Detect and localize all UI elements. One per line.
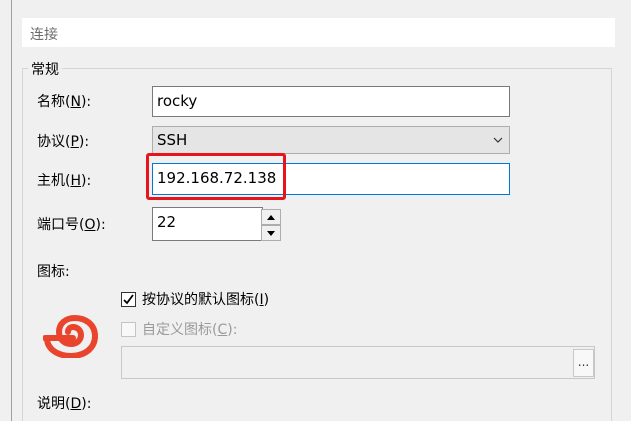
red-shell-spiral-icon bbox=[43, 314, 99, 358]
name-input[interactable]: rocky bbox=[152, 86, 510, 117]
checkmark-icon bbox=[123, 293, 134, 304]
browse-button[interactable]: ... bbox=[573, 349, 594, 377]
custom-icon-label: 自定义图标(C): bbox=[142, 322, 238, 338]
protocol-select[interactable]: SSH bbox=[152, 126, 510, 154]
name-label: 名称(N): bbox=[37, 94, 92, 110]
spin-down-arrow-icon bbox=[267, 230, 275, 236]
protocol-label: 协议(P): bbox=[37, 134, 90, 150]
description-label: 说明(D): bbox=[37, 396, 92, 412]
default-icon-checkbox[interactable] bbox=[121, 291, 136, 307]
default-icon-label: 按协议的默认图标(I) bbox=[142, 292, 270, 308]
left-panel-edge bbox=[0, 0, 12, 421]
host-label: 主机(H): bbox=[37, 173, 92, 189]
icon-label: 图标: bbox=[37, 264, 70, 280]
custom-icon-path-field[interactable] bbox=[121, 346, 595, 379]
section-title: 连接 bbox=[30, 27, 58, 43]
spin-down-button[interactable] bbox=[261, 225, 281, 241]
custom-icon-checkbox[interactable] bbox=[121, 321, 136, 337]
section-header: 连接 bbox=[22, 18, 615, 47]
spin-up-button[interactable] bbox=[261, 209, 281, 225]
default-icon-checkbox-row[interactable]: 按协议的默认图标(I) bbox=[121, 289, 269, 309]
group-legend: 常规 bbox=[28, 59, 62, 79]
port-spinner bbox=[261, 208, 282, 241]
chevron-down-icon bbox=[493, 137, 503, 143]
port-input[interactable]: 22 bbox=[152, 207, 263, 241]
port-label: 端口号(O): bbox=[37, 217, 106, 233]
custom-icon-checkbox-row[interactable]: 自定义图标(C): bbox=[121, 319, 237, 339]
protocol-value: SSH bbox=[157, 131, 188, 149]
spin-up-arrow-icon bbox=[267, 214, 275, 220]
host-highlight-box bbox=[146, 153, 286, 200]
